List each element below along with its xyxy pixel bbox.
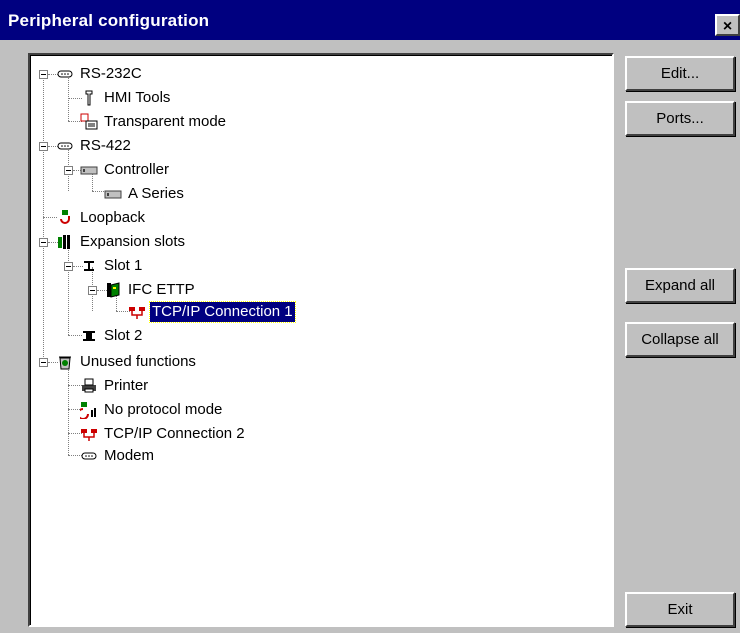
tree-item-modem[interactable]: Modem [80,445,156,467]
collapse-toggle[interactable] [64,166,73,175]
collapse-toggle[interactable] [39,238,48,247]
recycle-bin-icon [56,353,74,371]
tree-item-label: IFC ETTP [128,281,195,298]
tree-item-label: RS-422 [80,137,131,154]
printer-icon [80,377,98,395]
edit-button[interactable]: Edit... [625,56,735,91]
tree-item-printer[interactable]: Printer [80,375,150,397]
loopback-icon [56,209,74,227]
collapse-toggle[interactable] [88,286,97,295]
collapse-toggle[interactable] [39,142,48,151]
tree-item-slot-2[interactable]: Slot 2 [80,325,144,347]
no-protocol-icon [80,401,98,419]
tree-item-label: No protocol mode [104,401,223,418]
ports-button[interactable]: Ports... [625,101,735,136]
card-icon [104,281,122,299]
tree-item-label: TCP/IP Connection 1 [149,301,296,323]
controller-icon [104,185,122,203]
collapse-toggle[interactable] [39,70,48,79]
slot-icon [80,257,98,275]
tree-item-rs422[interactable]: RS-422 [56,135,133,157]
tree-item-no-protocol-mode[interactable]: No protocol mode [80,399,224,421]
tree-item-label: Transparent mode [104,113,227,130]
tree-item-controller[interactable]: Controller [80,159,171,181]
serial-port-icon [56,137,74,155]
peripheral-tree[interactable]: RS-232C HMI Tools Transparent mode RS-42… [28,53,614,627]
collapse-all-button[interactable]: Collapse all [625,322,735,357]
tree-item-label: Slot 2 [104,327,143,344]
tree-item-unused-functions[interactable]: Unused functions [56,351,198,373]
tree-item-expansion-slots[interactable]: Expansion slots [56,231,187,253]
network-icon [80,425,98,443]
button-label: Expand all [644,277,716,294]
tree-item-slot-1[interactable]: Slot 1 [80,255,144,277]
controller-icon [80,161,98,179]
title-bar: Peripheral configuration × [0,0,740,40]
serial-port-icon [56,65,74,83]
button-label: Collapse all [641,331,719,348]
tree-item-label: Printer [104,377,149,394]
tree-item-hmi-tools[interactable]: HMI Tools [80,87,172,109]
tree-line [43,75,44,365]
tree-item-rs232c[interactable]: RS-232C [56,63,144,85]
modem-icon [80,447,98,465]
tree-item-label: Modem [104,447,155,464]
tree-item-loopback[interactable]: Loopback [56,207,147,229]
tree-item-label: Controller [104,161,170,178]
expand-all-button[interactable]: Expand all [625,268,735,303]
tree-item-label: Loopback [80,209,146,226]
collapse-toggle[interactable] [39,358,48,367]
tool-icon [80,89,98,107]
transparent-mode-icon [80,113,98,131]
tree-item-a-series[interactable]: A Series [104,183,186,205]
exit-button[interactable]: Exit [625,592,735,627]
tree-line [68,243,69,335]
tree-line [43,217,57,218]
expansion-slots-icon [56,233,74,251]
tree-item-tcpip-connection-2[interactable]: TCP/IP Connection 2 [80,423,247,445]
window-title: Peripheral configuration [8,11,210,30]
close-button[interactable]: × [715,14,740,36]
slot-icon [80,327,98,345]
network-icon [128,303,146,321]
tree-item-ifc-ettp[interactable]: IFC ETTP [104,279,197,301]
tree-item-label: HMI Tools [104,89,171,106]
tree-item-transparent-mode[interactable]: Transparent mode [80,111,228,133]
button-label: Exit [667,601,693,618]
tree-item-label: Unused functions [80,353,196,370]
tree-item-tcpip-connection-1[interactable]: TCP/IP Connection 1 [128,301,296,323]
tree-item-label: Expansion slots [80,233,186,250]
tree-item-label: TCP/IP Connection 2 [104,425,245,442]
button-label: Edit... [660,65,700,82]
tree-item-label: Slot 1 [104,257,143,274]
collapse-toggle[interactable] [64,262,73,271]
button-label: Ports... [656,110,704,127]
tree-item-label: A Series [128,185,184,202]
tree-item-label: RS-232C [80,65,142,82]
